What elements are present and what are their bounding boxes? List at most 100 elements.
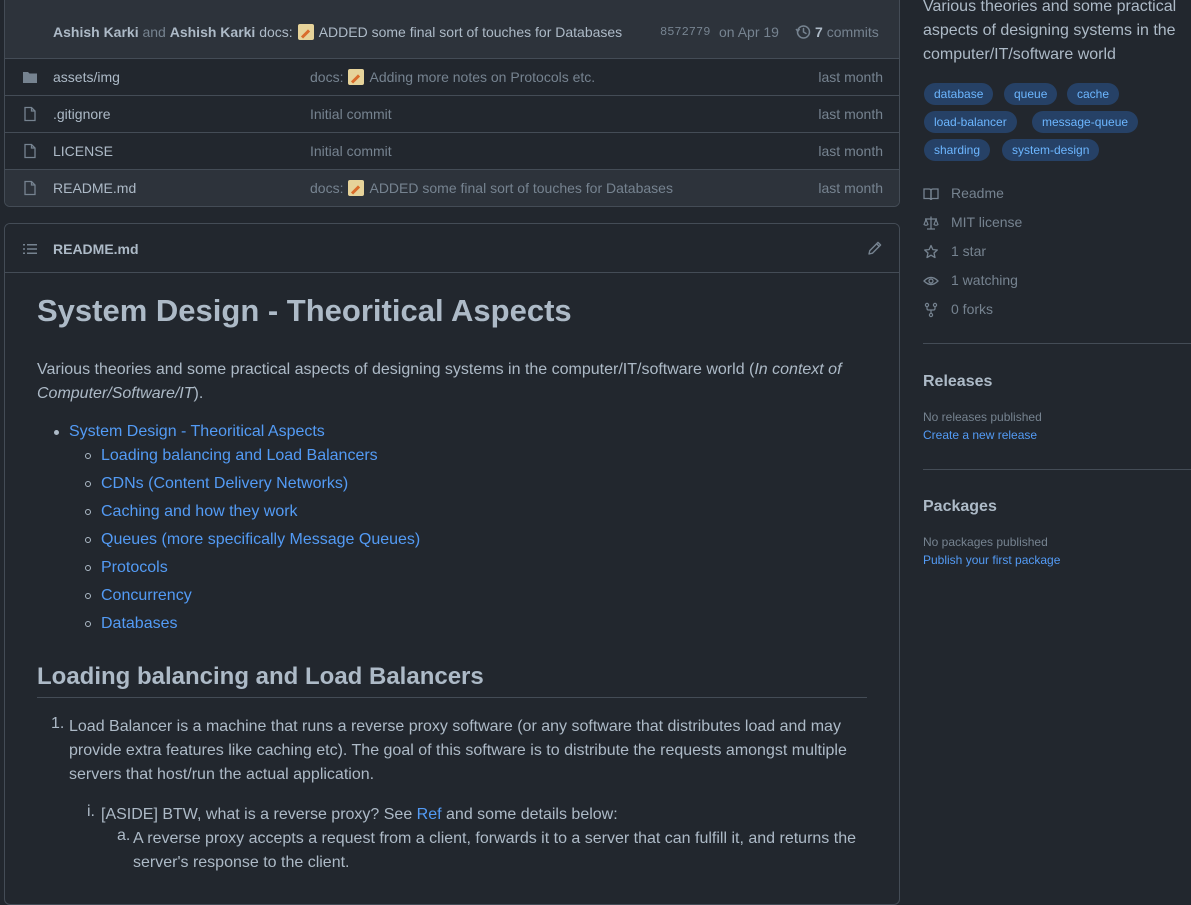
star-icon xyxy=(924,244,938,259)
file-icon xyxy=(24,143,36,159)
sub-sub-list-item: A reverse proxy accepts a request from a… xyxy=(133,830,856,871)
commit-date: on Apr 19 xyxy=(719,24,779,40)
packages-heading[interactable]: Packages xyxy=(923,498,997,516)
pencil-icon[interactable] xyxy=(867,240,883,256)
list-number: 1. xyxy=(51,715,65,732)
repo-forked-icon xyxy=(924,302,938,318)
toc-link[interactable]: Databases xyxy=(101,615,178,633)
memo-emoji-icon xyxy=(297,24,314,40)
section-heading: Loading balancing and Load Balancers xyxy=(37,663,484,690)
ref-link[interactable]: Ref xyxy=(417,806,442,823)
sub-item-text-end: and some details below: xyxy=(441,806,618,823)
file-name[interactable]: .gitignore xyxy=(53,106,111,122)
commit-message-prefix: docs: xyxy=(259,24,293,40)
file-row-assets[interactable]: assets/img docs: Adding more notes on Pr… xyxy=(5,58,899,95)
forks-label: 0 forks xyxy=(951,301,994,317)
list-number: i. xyxy=(87,803,95,820)
law-scale-icon xyxy=(923,216,939,230)
commit-message-text: ADDED some final sort of touches for Dat… xyxy=(318,24,623,40)
file-commit-prefix: docs: xyxy=(310,180,344,196)
eye-icon xyxy=(923,276,939,286)
file-icon xyxy=(24,180,36,196)
packages-empty: No packages published xyxy=(923,535,1048,549)
sub-list-item: [ASIDE] BTW, what is a reverse proxy? Se… xyxy=(101,803,618,827)
file-name[interactable]: assets/img xyxy=(53,69,120,85)
file-commit-prefix: docs: xyxy=(310,69,344,85)
file-commit-message[interactable]: docs: Adding more notes on Protocols etc… xyxy=(310,69,595,85)
file-date: last month xyxy=(818,180,883,196)
latest-commit-bar: Ashish Karki and Ashish Karki docs: ADDE… xyxy=(5,0,899,59)
toc-link[interactable]: Queues (more specifically Message Queues… xyxy=(101,531,420,549)
topic-tag[interactable]: sharding xyxy=(924,139,991,161)
file-list: Ashish Karki and Ashish Karki docs: ADDE… xyxy=(4,0,900,207)
file-icon xyxy=(24,106,36,122)
license-label: MIT license xyxy=(951,214,1023,230)
history-icon xyxy=(795,25,811,39)
bullet xyxy=(85,565,91,571)
bullet xyxy=(85,537,91,543)
intro-text: Various theories and some practical aspe… xyxy=(37,361,755,378)
memo-emoji-icon xyxy=(348,180,365,196)
heading-divider xyxy=(37,697,867,698)
file-row-license[interactable]: LICENSE Initial commit last month xyxy=(5,132,899,169)
readme-panel: README.md System Design - Theoritical As… xyxy=(4,223,900,905)
bullet xyxy=(85,481,91,487)
commit-sha[interactable]: 8572779 xyxy=(660,25,710,39)
topic-tag[interactable]: message-queue xyxy=(1032,111,1139,133)
topic-tag[interactable]: cache xyxy=(1067,83,1120,105)
commits-link[interactable]: 7 commits xyxy=(795,24,879,40)
topic-tag[interactable]: database xyxy=(924,83,994,105)
commit-and: and xyxy=(142,24,166,40)
bullet xyxy=(54,430,59,435)
bullet xyxy=(85,621,91,627)
file-date: last month xyxy=(818,69,883,85)
file-date: last month xyxy=(818,106,883,122)
file-name-leaf: img xyxy=(97,69,120,85)
readme-header: README.md xyxy=(5,224,899,273)
file-row-gitignore[interactable]: .gitignore Initial commit last month xyxy=(5,95,899,132)
commit-message[interactable]: docs: ADDED some final sort of touches f… xyxy=(259,24,622,40)
list-item: Load Balancer is a machine that runs a r… xyxy=(69,718,847,783)
file-row-readme[interactable]: README.md docs: ADDED some final sort of… xyxy=(5,169,899,206)
commits-label: commits xyxy=(826,24,879,40)
file-commit-message[interactable]: Initial commit xyxy=(310,106,392,122)
releases-heading[interactable]: Releases xyxy=(923,373,992,391)
topic-tag[interactable]: system-design xyxy=(1002,139,1100,161)
toc-link[interactable]: Concurrency xyxy=(101,587,192,605)
readme-title: System Design - Theoritical Aspects xyxy=(37,293,572,328)
file-commit-message[interactable]: Initial commit xyxy=(310,143,392,159)
readme-intro: Various theories and some practical aspe… xyxy=(37,358,871,406)
file-name[interactable]: LICENSE xyxy=(53,143,113,159)
toc-link[interactable]: CDNs (Content Delivery Networks) xyxy=(101,475,348,493)
stars-label: 1 star xyxy=(951,243,987,259)
topic-tag[interactable]: load-balancer xyxy=(924,111,1017,133)
topic-tag[interactable]: queue xyxy=(1004,83,1058,105)
about-description: Various theories and some practical aspe… xyxy=(923,0,1177,63)
create-release-link[interactable]: Create a new release xyxy=(923,428,1037,442)
file-name[interactable]: README.md xyxy=(53,180,136,196)
toc-link[interactable]: Protocols xyxy=(101,559,168,577)
commit-author[interactable]: Ashish Karki xyxy=(53,24,139,40)
toc-link[interactable]: Loading balancing and Load Balancers xyxy=(101,447,378,465)
sidebar-divider xyxy=(923,343,1191,344)
readme-filename[interactable]: README.md xyxy=(53,241,139,257)
sidebar-divider xyxy=(923,469,1191,470)
folder-icon xyxy=(23,72,37,83)
releases-empty: No releases published xyxy=(923,410,1042,424)
file-commit-message[interactable]: docs: ADDED some final sort of touches f… xyxy=(310,180,673,196)
bullet xyxy=(85,593,91,599)
toc-link-top[interactable]: System Design - Theoritical Aspects xyxy=(69,423,325,441)
commit-coauthor[interactable]: Ashish Karki xyxy=(170,24,256,40)
file-date: last month xyxy=(818,143,883,159)
list-number: a. xyxy=(117,827,131,844)
commits-count: 7 xyxy=(815,24,823,40)
publish-package-link[interactable]: Publish your first package xyxy=(923,553,1060,567)
memo-emoji-icon xyxy=(348,69,365,85)
outline-list-icon[interactable] xyxy=(22,241,38,257)
toc-link[interactable]: Caching and how they work xyxy=(101,503,298,521)
bullet xyxy=(85,453,91,459)
intro-end: ). xyxy=(193,385,204,402)
file-name-dir: assets/ xyxy=(53,69,98,85)
readme-link-label: Readme xyxy=(951,185,1004,201)
commit-summary: Ashish Karki and Ashish Karki docs: ADDE… xyxy=(53,24,622,40)
